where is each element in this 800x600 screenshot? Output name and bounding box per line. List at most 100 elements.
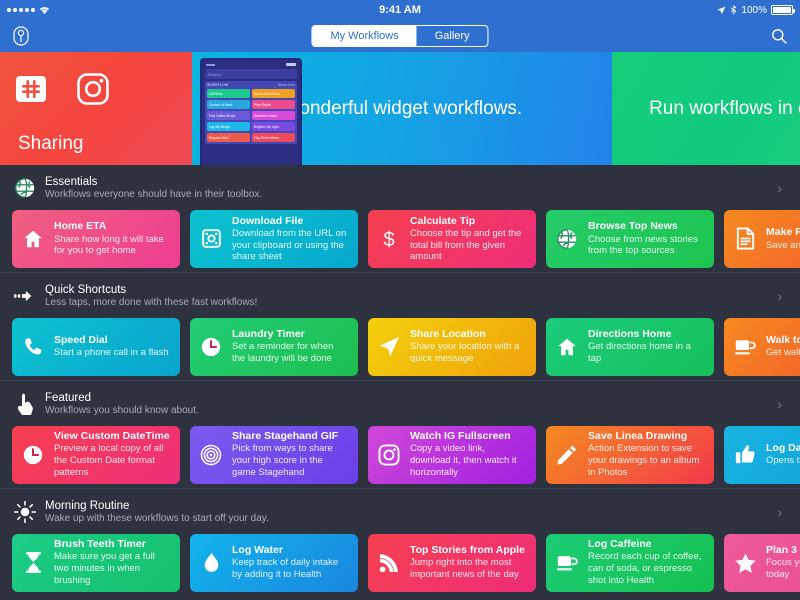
tab-my-workflows[interactable]: My Workflows [312,26,417,46]
hourglass-icon [21,551,45,575]
workflow-card[interactable]: Top Stories from Apple NewsJump right in… [368,533,536,592]
status-bar-right: 100% [717,4,795,16]
workflow-card[interactable]: Browse Top News Choose from news stories … [546,209,714,268]
globe-icon [14,177,36,199]
workflow-card-subtitle: Jump right into the most important news … [410,557,519,581]
workflow-card-subtitle: Preview a local copy of all the Custom D… [54,443,164,479]
slack-icon [14,72,48,106]
workflow-card[interactable]: Download File Download from the URL on yo… [190,209,358,268]
document-icon [733,227,757,251]
banner-sharing-title: Sharing [18,133,84,154]
workflow-card[interactable]: Make PDFSave anything website [724,209,800,268]
mockup-button: Request Uber [207,133,250,142]
chevron-right-icon[interactable]: › [777,505,786,519]
section-header[interactable]: Quick Shortcuts Less taps, more done with… [0,271,800,318]
workflow-card[interactable]: Home ETA Share how long it will take for … [12,209,180,268]
banner-sharing-icons [14,72,110,106]
workflow-card[interactable]: Log Caffeine Record each cup of coffee, c… [546,533,714,592]
status-bar-left [7,6,50,15]
featured-banner-carousel[interactable]: Sharing Search WORKFLOW Show Less Call M… [0,52,800,165]
banner-widget-workflows-title: Wonderful widget workflows. [281,97,523,119]
workflow-card[interactable]: Log Water Keep track of daily intake by a… [190,533,358,592]
workflow-card-subtitle: Save anything website [766,239,800,251]
section-header[interactable]: Essentials Workflows everyone should have… [0,165,800,210]
workflow-card[interactable]: Plan 3 MainFocus your ef most of today [724,533,800,592]
workflow-card[interactable]: Share Stagehand GIF Pick from ways to sha… [190,425,358,484]
workflow-card-title: Home ETA [54,220,107,233]
workflow-card[interactable]: Laundry Timer Set a reminder for when the… [190,317,358,376]
mockup-button: Brighten My Light [252,122,295,131]
banner-sharing[interactable]: Sharing [0,52,192,165]
workflow-card[interactable]: Walk to CofGet walking di coffee shop [724,317,800,376]
section-subtitle: Workflows you should know about. [45,405,199,417]
banner-run-workflows-title: Run workflows in othe [649,97,800,119]
workflow-card[interactable]: View Custom DateTime FormatsPreview a lo… [12,425,180,484]
section-header[interactable]: Morning Routine Wake up with these workfl… [0,487,800,534]
wifi-icon [39,6,50,15]
target-rings-icon [199,443,223,467]
search-icon[interactable] [766,23,792,49]
workflow-card-title: Share Location [410,328,486,341]
person-badge-icon[interactable] [8,23,34,49]
mockup-widget-action: Show Less [277,83,295,87]
workflow-card[interactable]: Speed Dial Start a phone call in a flash [12,317,180,376]
workflow-card-subtitle: Get directions home in a tap [588,341,691,365]
status-bar: 9:41 AM 100% [0,0,800,20]
mockup-search-field: Search [205,69,297,79]
battery-percent-label: 100% [741,4,767,16]
section-header[interactable]: Featured Workflows you should know about.… [0,379,800,426]
workflows-gallery-segmented-control[interactable]: My Workflows Gallery [311,25,489,47]
section-title: Featured [45,391,92,404]
workflow-card[interactable]: Log Day OnOpens the de One's activity [724,425,800,484]
section-card-row[interactable]: Speed Dial Start a phone call in a flash L… [0,317,800,380]
banner-run-workflows[interactable]: Run workflows in othe [612,52,800,165]
nav-bar: My Workflows Gallery [0,20,800,52]
coffee-cup-icon [733,335,757,359]
workflow-card-title: Browse Top News [588,220,678,233]
workflow-card[interactable]: Watch IG Fullscreen Copy a video link, do… [368,425,536,484]
mockup-widget-header: WORKFLOW Show Less [207,83,295,87]
workflow-card-subtitle: Copy a video link, download it, then wat… [410,443,517,479]
svg-text:$: $ [383,229,394,251]
workflow-card-title: Directions Home [588,328,672,341]
workflow-card[interactable]: Share Location Share your location with a… [368,317,536,376]
section-card-row[interactable]: View Custom DateTime FormatsPreview a lo… [0,425,800,488]
workflow-card[interactable]: $ Calculate Tip Choose the tip and get the… [368,209,536,268]
workflow-card-title: Log Day On [766,442,800,455]
home-icon [555,335,579,359]
instagram-icon [76,72,110,106]
bluetooth-icon [730,5,737,15]
mockup-button-grid: Call Mom Nav to Next Event Content of Hear… [207,89,295,142]
workflow-card-title: Watch IG Fullscreen [410,430,511,443]
workflow-card[interactable]: Save Linea Drawing Action Extension to sa… [546,425,714,484]
workflow-card-subtitle: Download from the URL on your clipboard … [232,227,347,263]
workflow-card-title: Calculate Tip [410,214,476,227]
section-card-row[interactable]: Home ETA Share how long it will take for … [0,209,800,272]
workflow-card[interactable]: Brush Teeth Timer Make sure you get a ful… [12,533,180,592]
section-card-row[interactable]: Brush Teeth Timer Make sure you get a ful… [0,533,800,596]
workflow-card-subtitle: Share your location with a quick message [410,341,520,365]
banner-widget-workflows[interactable]: Search WORKFLOW Show Less Call Mom Nav to… [192,52,612,165]
section-title: Morning Routine [45,499,130,512]
workflow-card[interactable]: Directions Home Get directions home in a … [546,317,714,376]
dollar-icon: $ [377,227,401,251]
chevron-right-icon[interactable]: › [777,397,786,411]
tab-gallery[interactable]: Gallery [417,26,488,46]
rss-icon [377,551,401,575]
workflow-card-title: Log Caffeine [588,538,652,551]
mockup-button: Describe a Note [252,111,295,120]
coffee-cup-icon [555,551,579,575]
phone-icon [21,335,45,359]
signal-strength-icon [7,8,35,12]
mockup-button: Nav to Next Event [252,89,295,98]
workflow-card-title: Laundry Timer [232,328,305,341]
instagram-icon [377,443,401,467]
clock-icon [21,443,45,467]
section-title: Quick Shortcuts [45,283,127,296]
gallery-sections-list[interactable]: Essentials Workflows everyone should have… [0,165,800,600]
chevron-right-icon[interactable]: › [777,289,786,303]
mockup-button: Log My Weight [207,122,250,131]
tap-hand-icon [14,393,36,416]
mockup-widget-title: WORKFLOW [207,83,228,87]
chevron-right-icon[interactable]: › [777,181,786,195]
